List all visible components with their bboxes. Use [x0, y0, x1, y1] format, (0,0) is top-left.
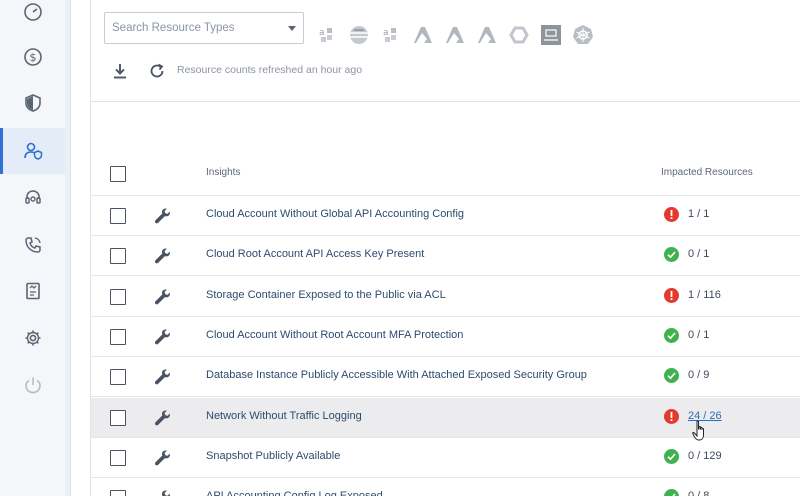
cloud-provider-icon[interactable]	[535, 22, 567, 48]
alert-status-icon	[664, 408, 679, 424]
refresh-icon[interactable]	[148, 62, 166, 80]
sidebar-item-reports[interactable]	[0, 268, 65, 314]
check-status-icon	[664, 327, 679, 343]
sidebar-item-security[interactable]	[0, 80, 65, 126]
table-row[interactable]: Cloud Account Without Root Account MFA P…	[91, 317, 800, 357]
wrench-icon[interactable]	[153, 287, 173, 307]
alert-status-icon	[664, 287, 679, 303]
svg-text:$: $	[29, 51, 36, 64]
wrench-icon[interactable]	[153, 367, 173, 387]
row-checkbox[interactable]	[110, 409, 126, 426]
download-icon[interactable]	[111, 62, 129, 80]
phone-icon	[24, 237, 41, 253]
table-row[interactable]: Cloud Account Without Global API Account…	[91, 196, 800, 236]
impacted-resources-count: 1 / 116	[688, 288, 721, 301]
headset-icon	[24, 190, 41, 204]
sidebar-item-contact[interactable]	[0, 222, 65, 268]
report-icon	[25, 282, 40, 300]
divider	[91, 101, 800, 102]
impacted-resources-count: 1 / 1	[688, 208, 710, 220]
row-checkbox[interactable]	[110, 208, 126, 224]
row-checkbox[interactable]	[110, 248, 126, 265]
chevron-down-icon	[288, 26, 296, 31]
sidebar-item-dashboard[interactable]	[0, 0, 65, 35]
select-all-checkbox[interactable]	[110, 166, 126, 182]
power-icon	[24, 377, 41, 394]
wrench-icon[interactable]	[153, 246, 173, 266]
sidebar-item-power[interactable]	[0, 362, 65, 408]
row-checkbox[interactable]	[110, 328, 126, 345]
alert-status-icon	[664, 207, 679, 222]
sidebar: $	[0, 0, 65, 496]
wrench-icon[interactable]	[153, 206, 173, 226]
svg-text:a: a	[383, 28, 389, 38]
table-row[interactable]: Cloud Root Account API Access Key Presen…	[91, 236, 800, 277]
row-checkbox[interactable]	[110, 490, 126, 496]
wrench-icon[interactable]	[153, 448, 173, 468]
sidebar-item-identity[interactable]	[0, 128, 65, 174]
column-header-impacted-resources[interactable]: Impacted Resources	[661, 167, 753, 178]
impacted-resources-count: 0 / 9	[688, 369, 710, 382]
insight-name[interactable]: API Accounting Config Log Exposed	[206, 490, 383, 496]
svg-text:a: a	[319, 28, 325, 38]
aws-icon[interactable]: a	[311, 22, 343, 48]
row-checkbox[interactable]	[110, 449, 126, 466]
kubernetes-icon[interactable]	[567, 22, 599, 48]
table-row[interactable]: API Accounting Config Log Exposed 0 / 8	[91, 478, 800, 496]
sidebar-divider	[65, 0, 71, 496]
wrench-icon[interactable]	[153, 327, 173, 347]
hand-cursor-icon	[692, 420, 704, 441]
row-checkbox[interactable]	[110, 369, 126, 386]
resource-type-select[interactable]: Search Resource Types	[104, 12, 304, 44]
sidebar-item-settings[interactable]	[0, 315, 65, 361]
insight-name[interactable]: Cloud Account Without Root Account MFA P…	[206, 329, 463, 341]
table-row[interactable]: Storage Container Exposed to the Public …	[91, 277, 800, 317]
impacted-resources-count: 0 / 129	[688, 449, 722, 462]
gauge-icon	[23, 3, 42, 21]
table-row[interactable]: Database Instance Publicly Accessible Wi…	[91, 357, 800, 398]
azure-icon[interactable]	[439, 22, 471, 48]
check-status-icon	[664, 368, 679, 384]
check-status-icon	[664, 489, 679, 496]
insight-name[interactable]: Storage Container Exposed to the Public …	[206, 289, 446, 301]
insight-name[interactable]: Cloud Account Without Global API Account…	[206, 208, 464, 220]
insight-name[interactable]: Snapshot Publicly Available	[206, 450, 340, 462]
user-shield-icon	[23, 142, 42, 160]
impacted-resources-count: 0 / 8	[688, 490, 709, 496]
sidebar-item-billing[interactable]: $	[0, 34, 65, 80]
gcp-icon[interactable]	[503, 22, 535, 48]
table-row[interactable]: Snapshot Publicly Available 0 / 129	[91, 438, 800, 478]
wrench-icon[interactable]	[153, 488, 173, 496]
azure-icon[interactable]	[407, 22, 439, 48]
check-status-icon	[664, 448, 679, 464]
shield-icon	[24, 94, 41, 112]
check-status-icon	[664, 247, 679, 263]
globe-provider-icon[interactable]	[343, 22, 375, 48]
search-placeholder: Search Resource Types	[112, 22, 235, 34]
azure-icon[interactable]	[471, 22, 503, 48]
wrench-icon[interactable]	[153, 408, 173, 428]
insight-name[interactable]: Database Instance Publicly Accessible Wi…	[206, 369, 587, 381]
insight-name[interactable]: Cloud Root Account API Access Key Presen…	[206, 248, 424, 260]
impacted-resources-count: 0 / 1	[688, 328, 710, 341]
provider-filter-bar: a a	[311, 22, 599, 48]
insight-name[interactable]: Network Without Traffic Logging	[206, 410, 362, 422]
row-checkbox[interactable]	[110, 288, 126, 305]
aws-icon[interactable]: a	[375, 22, 407, 48]
sidebar-item-support[interactable]	[0, 175, 65, 221]
refresh-status-text: Resource counts refreshed an hour ago	[177, 64, 363, 76]
dollar-icon: $	[23, 48, 42, 66]
column-header-insights[interactable]: Insights	[206, 167, 240, 178]
gear-icon	[25, 330, 40, 346]
impacted-resources-count: 0 / 1	[688, 248, 710, 261]
